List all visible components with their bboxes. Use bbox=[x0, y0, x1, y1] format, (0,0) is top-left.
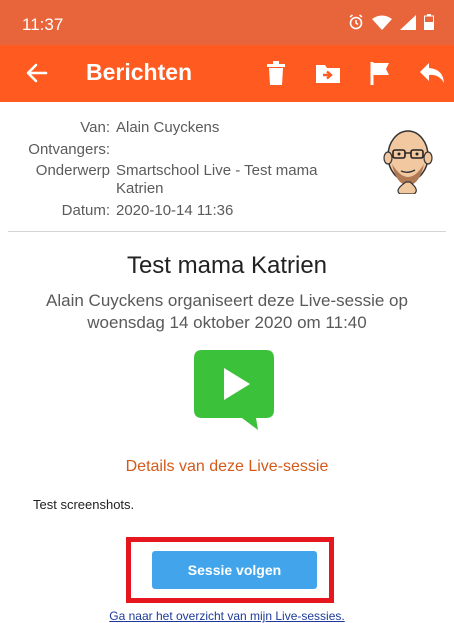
flag-icon[interactable] bbox=[366, 59, 394, 87]
session-description: Alain Cuyckens organiseert deze Live-ses… bbox=[46, 291, 408, 332]
signal-icon bbox=[400, 14, 416, 30]
from-value: Alain Cuyckens bbox=[116, 119, 220, 136]
alarm-icon bbox=[349, 14, 363, 30]
from-label: Van: bbox=[80, 119, 110, 136]
recipients-label: Ontvangers: bbox=[28, 141, 110, 158]
follow-session-button[interactable]: Sessie volgen bbox=[152, 551, 317, 589]
date-value: 2020-10-14 11:36 bbox=[116, 202, 234, 219]
avatar bbox=[383, 130, 433, 194]
date-label: Datum: bbox=[61, 202, 110, 219]
subject-label: Onderwerp bbox=[35, 162, 110, 179]
status-time: 11:37 bbox=[22, 15, 64, 34]
app-bar: Berichten bbox=[0, 45, 454, 102]
status-bar: 11:37 bbox=[0, 0, 454, 45]
reply-icon[interactable] bbox=[418, 59, 446, 87]
trash-icon[interactable] bbox=[262, 59, 290, 87]
live-sessions-overview-link[interactable]: Ga naar het overzicht van mijn Live-sess… bbox=[0, 609, 454, 623]
subject-value: Smartschool Live - Test mama Katrien bbox=[116, 162, 318, 197]
message-header: Van: Alain Cuyckens Ontvangers: Onderwer… bbox=[0, 102, 454, 232]
battery-icon bbox=[424, 14, 434, 30]
session-title: Test mama Katrien bbox=[126, 252, 328, 279]
back-arrow-icon[interactable] bbox=[24, 60, 50, 86]
message-note: Test screenshots. bbox=[33, 497, 135, 512]
app-title: Berichten bbox=[86, 59, 193, 85]
divider bbox=[8, 231, 446, 232]
wifi-icon bbox=[372, 15, 392, 30]
status-icons bbox=[348, 14, 434, 30]
move-to-folder-icon[interactable] bbox=[314, 59, 342, 87]
live-session-play-icon bbox=[194, 350, 274, 430]
session-details-link[interactable]: Details van deze Live-sessie bbox=[0, 458, 454, 476]
